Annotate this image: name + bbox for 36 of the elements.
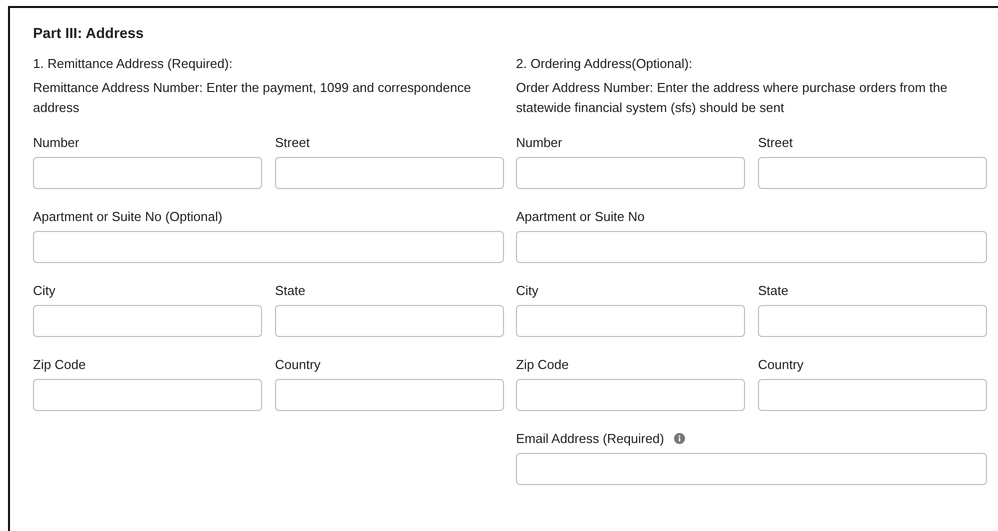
input-field[interactable] — [516, 379, 745, 411]
field-label: State — [275, 282, 306, 298]
field-label: Zip Code — [516, 356, 569, 372]
field-label: Country — [275, 356, 321, 372]
input-field[interactable] — [516, 157, 745, 189]
input-field[interactable] — [33, 231, 504, 263]
field-label: Street — [275, 134, 310, 150]
field-label: Email Address (Required) — [516, 430, 664, 446]
field-label: Apartment or Suite No (Optional) — [33, 208, 222, 224]
section-description: Order Address Number: Enter the address where purchase orders from the statewide financial system (sfs) should be sent — [516, 79, 948, 117]
input-field[interactable] — [516, 305, 745, 337]
input-field[interactable] — [758, 157, 987, 189]
field-label: Number — [33, 134, 80, 150]
info-icon[interactable] — [674, 432, 686, 444]
input-field[interactable] — [275, 379, 504, 411]
input-field[interactable] — [33, 379, 262, 411]
input-field[interactable] — [275, 157, 504, 189]
section-title: 1. Remittance Address (Required): — [33, 56, 234, 71]
input-field[interactable] — [33, 305, 262, 337]
input-field[interactable] — [33, 157, 262, 189]
field-label: Number — [516, 134, 562, 150]
input-field[interactable] — [275, 305, 504, 337]
input-field[interactable] — [516, 231, 987, 263]
section-description: Remittance Address Number: Enter the payment, 1099 and correspondence address — [33, 79, 472, 117]
field-label: Street — [758, 134, 793, 150]
field-label: Zip Code — [33, 356, 86, 372]
input-field[interactable] — [516, 453, 987, 485]
field-label: City — [33, 282, 56, 298]
input-field[interactable] — [758, 379, 987, 411]
input-field[interactable] — [758, 305, 987, 337]
field-label: City — [516, 282, 538, 298]
section-title: 2. Ordering Address(Optional): — [516, 56, 694, 71]
section-heading: Part III: Address — [33, 26, 145, 42]
field-label: State — [758, 282, 788, 298]
field-label: Country — [758, 356, 804, 372]
field-label: Apartment or Suite No — [516, 208, 645, 224]
